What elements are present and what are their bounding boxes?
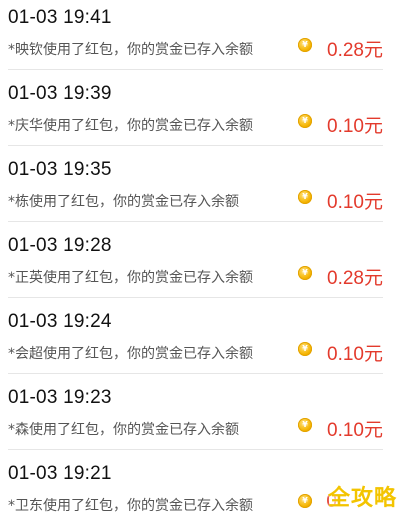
- divider: [8, 221, 383, 222]
- record-time: 01-03 19:39: [8, 83, 112, 104]
- record-description: *映钦使用了红包，你的赏金已存入余额: [8, 42, 253, 58]
- record-description: *庆华使用了红包，你的赏金已存入余额: [8, 118, 253, 134]
- record-time: 01-03 19:35: [8, 159, 112, 180]
- record-time: 01-03 19:21: [8, 463, 112, 484]
- divider: [8, 145, 383, 146]
- record-description: *会超使用了红包，你的赏金已存入余额: [8, 346, 253, 362]
- record-description: *正英使用了红包，你的赏金已存入余额: [8, 270, 253, 286]
- yuan-coin-icon: ¥: [298, 114, 312, 128]
- reward-record-list: 01-03 19:41 *映钦使用了红包，你的赏金已存入余额 ¥ 0.28元 0…: [0, 0, 401, 518]
- record-amount: 0.10元: [327, 344, 383, 365]
- list-item[interactable]: 01-03 19:41 *映钦使用了红包，你的赏金已存入余额 ¥ 0.28元: [0, 5, 401, 81]
- yuan-coin-icon: ¥: [298, 266, 312, 280]
- watermark-logo: 全攻略: [327, 486, 397, 511]
- divider: [8, 449, 383, 450]
- divider: [8, 297, 383, 298]
- yuan-coin-icon: ¥: [298, 38, 312, 52]
- record-time: 01-03 19:41: [8, 7, 112, 28]
- record-amount: 0.28元: [327, 40, 383, 61]
- record-description: *森使用了红包，你的赏金已存入余额: [8, 422, 239, 438]
- record-time: 01-03 19:28: [8, 235, 112, 256]
- list-item[interactable]: 01-03 19:39 *庆华使用了红包，你的赏金已存入余额 ¥ 0.10元: [0, 81, 401, 157]
- yuan-coin-icon: ¥: [298, 418, 312, 432]
- yuan-coin-icon: ¥: [298, 342, 312, 356]
- record-amount: 0.10元: [327, 116, 383, 137]
- list-item[interactable]: 01-03 19:35 *栋使用了红包，你的赏金已存入余额 ¥ 0.10元: [0, 157, 401, 233]
- record-description: *卫东使用了红包，你的赏金已存入余额: [8, 498, 253, 514]
- record-amount: 0.10元: [327, 420, 383, 441]
- yuan-coin-icon: ¥: [298, 190, 312, 204]
- record-description: *栋使用了红包，你的赏金已存入余额: [8, 194, 239, 210]
- divider: [8, 69, 383, 70]
- divider: [8, 373, 383, 374]
- list-item[interactable]: 01-03 19:24 *会超使用了红包，你的赏金已存入余额 ¥ 0.10元: [0, 309, 401, 385]
- record-amount: 0.28元: [327, 268, 383, 289]
- record-time: 01-03 19:23: [8, 387, 112, 408]
- record-time: 01-03 19:24: [8, 311, 112, 332]
- list-item[interactable]: 01-03 19:28 *正英使用了红包，你的赏金已存入余额 ¥ 0.28元: [0, 233, 401, 309]
- yuan-coin-icon: ¥: [298, 494, 312, 508]
- list-item[interactable]: 01-03 19:23 *森使用了红包，你的赏金已存入余额 ¥ 0.10元: [0, 385, 401, 461]
- record-amount: 0.10元: [327, 192, 383, 213]
